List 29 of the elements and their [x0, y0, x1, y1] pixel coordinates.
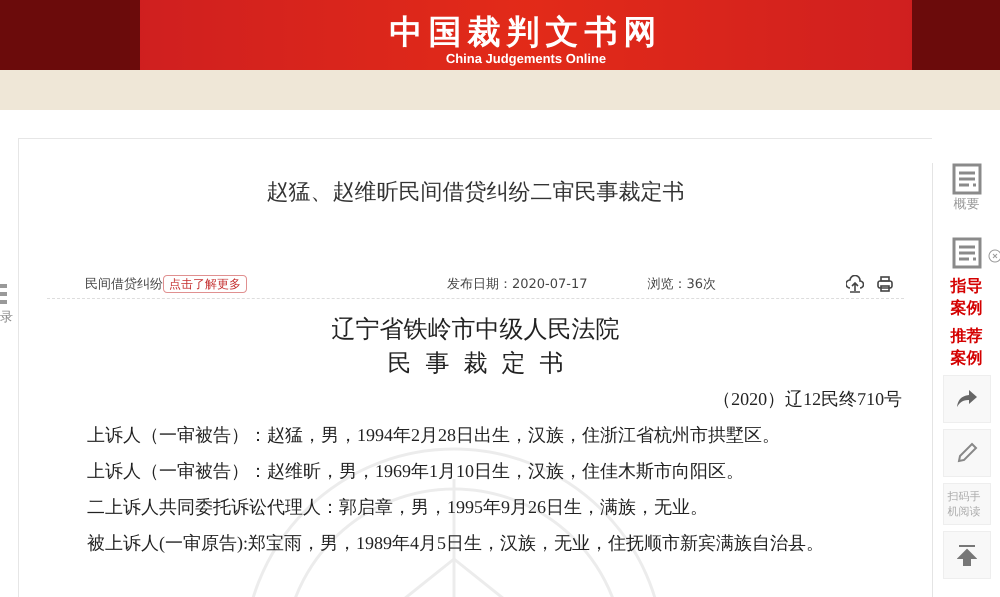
edit-button[interactable]	[942, 429, 991, 477]
back-to-top-button[interactable]	[942, 531, 991, 579]
party-paragraph: 上诉人（一审被告）：赵猛，男，1994年2月28日出生，汉族，住浙江省杭州市拱墅区。	[86, 424, 781, 447]
party-paragraph: 上诉人（一审被告）：赵维昕，男，1969年1月10日生，汉族，住佳木斯市向阳区。	[86, 460, 745, 483]
document-title: 赵猛、赵维昕民间借贷纠纷二审民事裁定书	[266, 179, 686, 207]
party-paragraph: 被上诉人(一审原告):郑宝雨，男，1989年4月5日生，汉族，无业，住抚顺市新宾满族自治县。	[86, 532, 825, 555]
share-arrow-icon	[956, 389, 978, 409]
close-icon[interactable]	[988, 249, 1000, 263]
party-paragraph: 二上诉人共同委托诉讼代理人：郭启章，男，1995年9月26日生，满族，无业。	[86, 496, 709, 519]
document-icon[interactable]	[952, 237, 982, 269]
view-count: 浏览：36次	[648, 276, 716, 293]
court-name: 辽宁省铁岭市中级人民法院	[330, 316, 621, 345]
case-number: （2020）辽12民终710号	[712, 388, 904, 411]
summary-label[interactable]: 概要	[954, 195, 980, 213]
share-button[interactable]	[942, 375, 991, 423]
case-link[interactable]: 推荐案例	[950, 325, 983, 369]
learn-more-button[interactable]: 点击了解更多	[163, 275, 247, 293]
publish-date: 发布日期：2020-07-17	[446, 276, 588, 293]
site-title: 中国裁判文书网	[390, 13, 662, 51]
download-icon[interactable]	[846, 275, 864, 293]
case-link[interactable]: 指导案例	[950, 275, 983, 319]
pencil-icon	[956, 442, 978, 464]
catalog-tab[interactable]: 录	[0, 308, 13, 326]
up-arrow-icon	[956, 544, 977, 566]
document-type: 民事裁定书	[386, 350, 579, 379]
document-icon[interactable]	[952, 163, 982, 195]
site-subtitle: China Judgements Online	[446, 51, 606, 66]
case-category: 民间借贷纠纷	[85, 276, 163, 293]
print-icon[interactable]	[876, 275, 894, 293]
